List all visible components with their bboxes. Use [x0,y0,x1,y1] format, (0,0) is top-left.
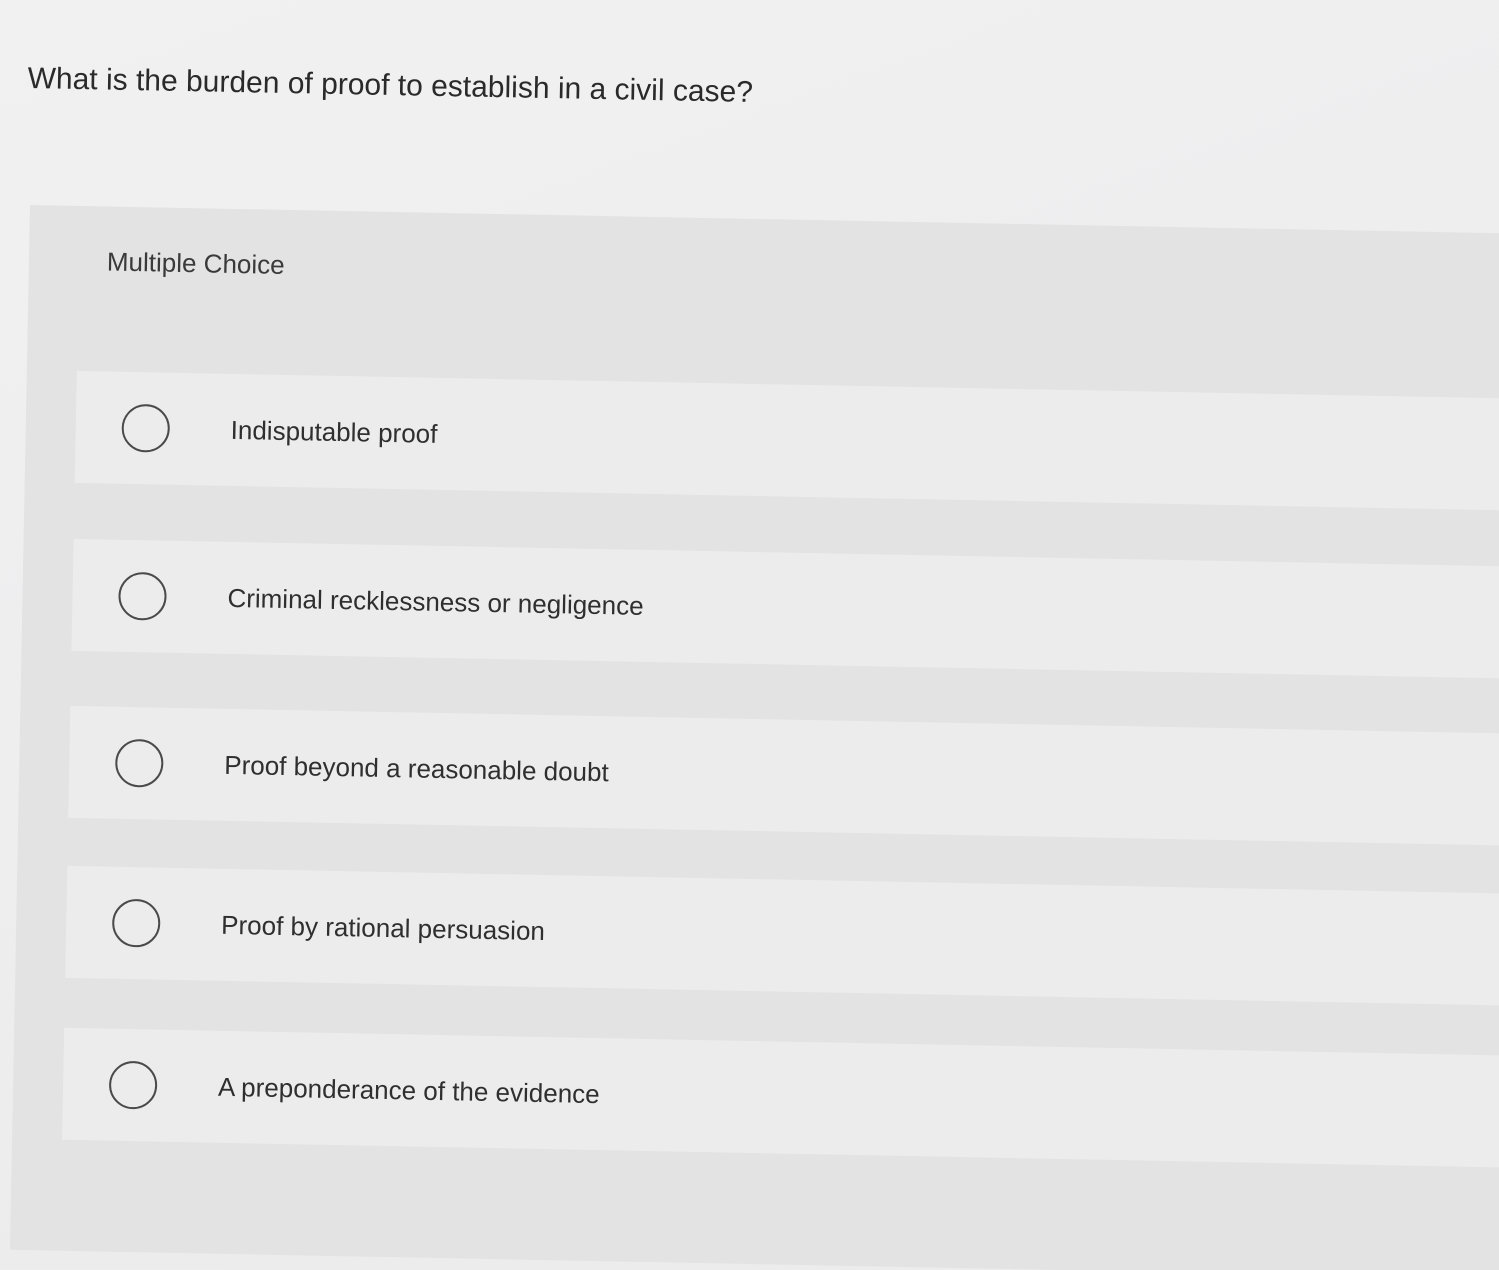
radio-button[interactable] [121,403,171,453]
answer-option-4[interactable]: Proof by rational persuasion [65,865,1499,1007]
radio-button[interactable] [114,738,164,788]
question-type-label: Multiple Choice [106,246,285,280]
answer-option-label: A preponderance of the evidence [217,1071,600,1109]
answer-option-1[interactable]: Indisputable proof [74,370,1499,512]
answer-option-2[interactable]: Criminal recklessness or negligence [71,538,1499,680]
answer-option-3[interactable]: Proof beyond a reasonable doubt [68,705,1499,847]
answer-panel: Multiple Choice Indisputable proof Crimi… [9,205,1499,1270]
radio-button[interactable] [108,1060,158,1110]
radio-button[interactable] [111,898,161,948]
answer-option-5[interactable]: A preponderance of the evidence [62,1027,1499,1169]
answer-option-label: Proof by rational persuasion [220,909,546,946]
answer-option-label: Indisputable proof [230,414,438,449]
answer-option-label: Proof beyond a reasonable doubt [224,749,610,787]
question-text: What is the burden of proof to establish… [27,62,754,109]
answer-option-label: Criminal recklessness or negligence [227,582,644,621]
radio-button[interactable] [118,571,167,621]
